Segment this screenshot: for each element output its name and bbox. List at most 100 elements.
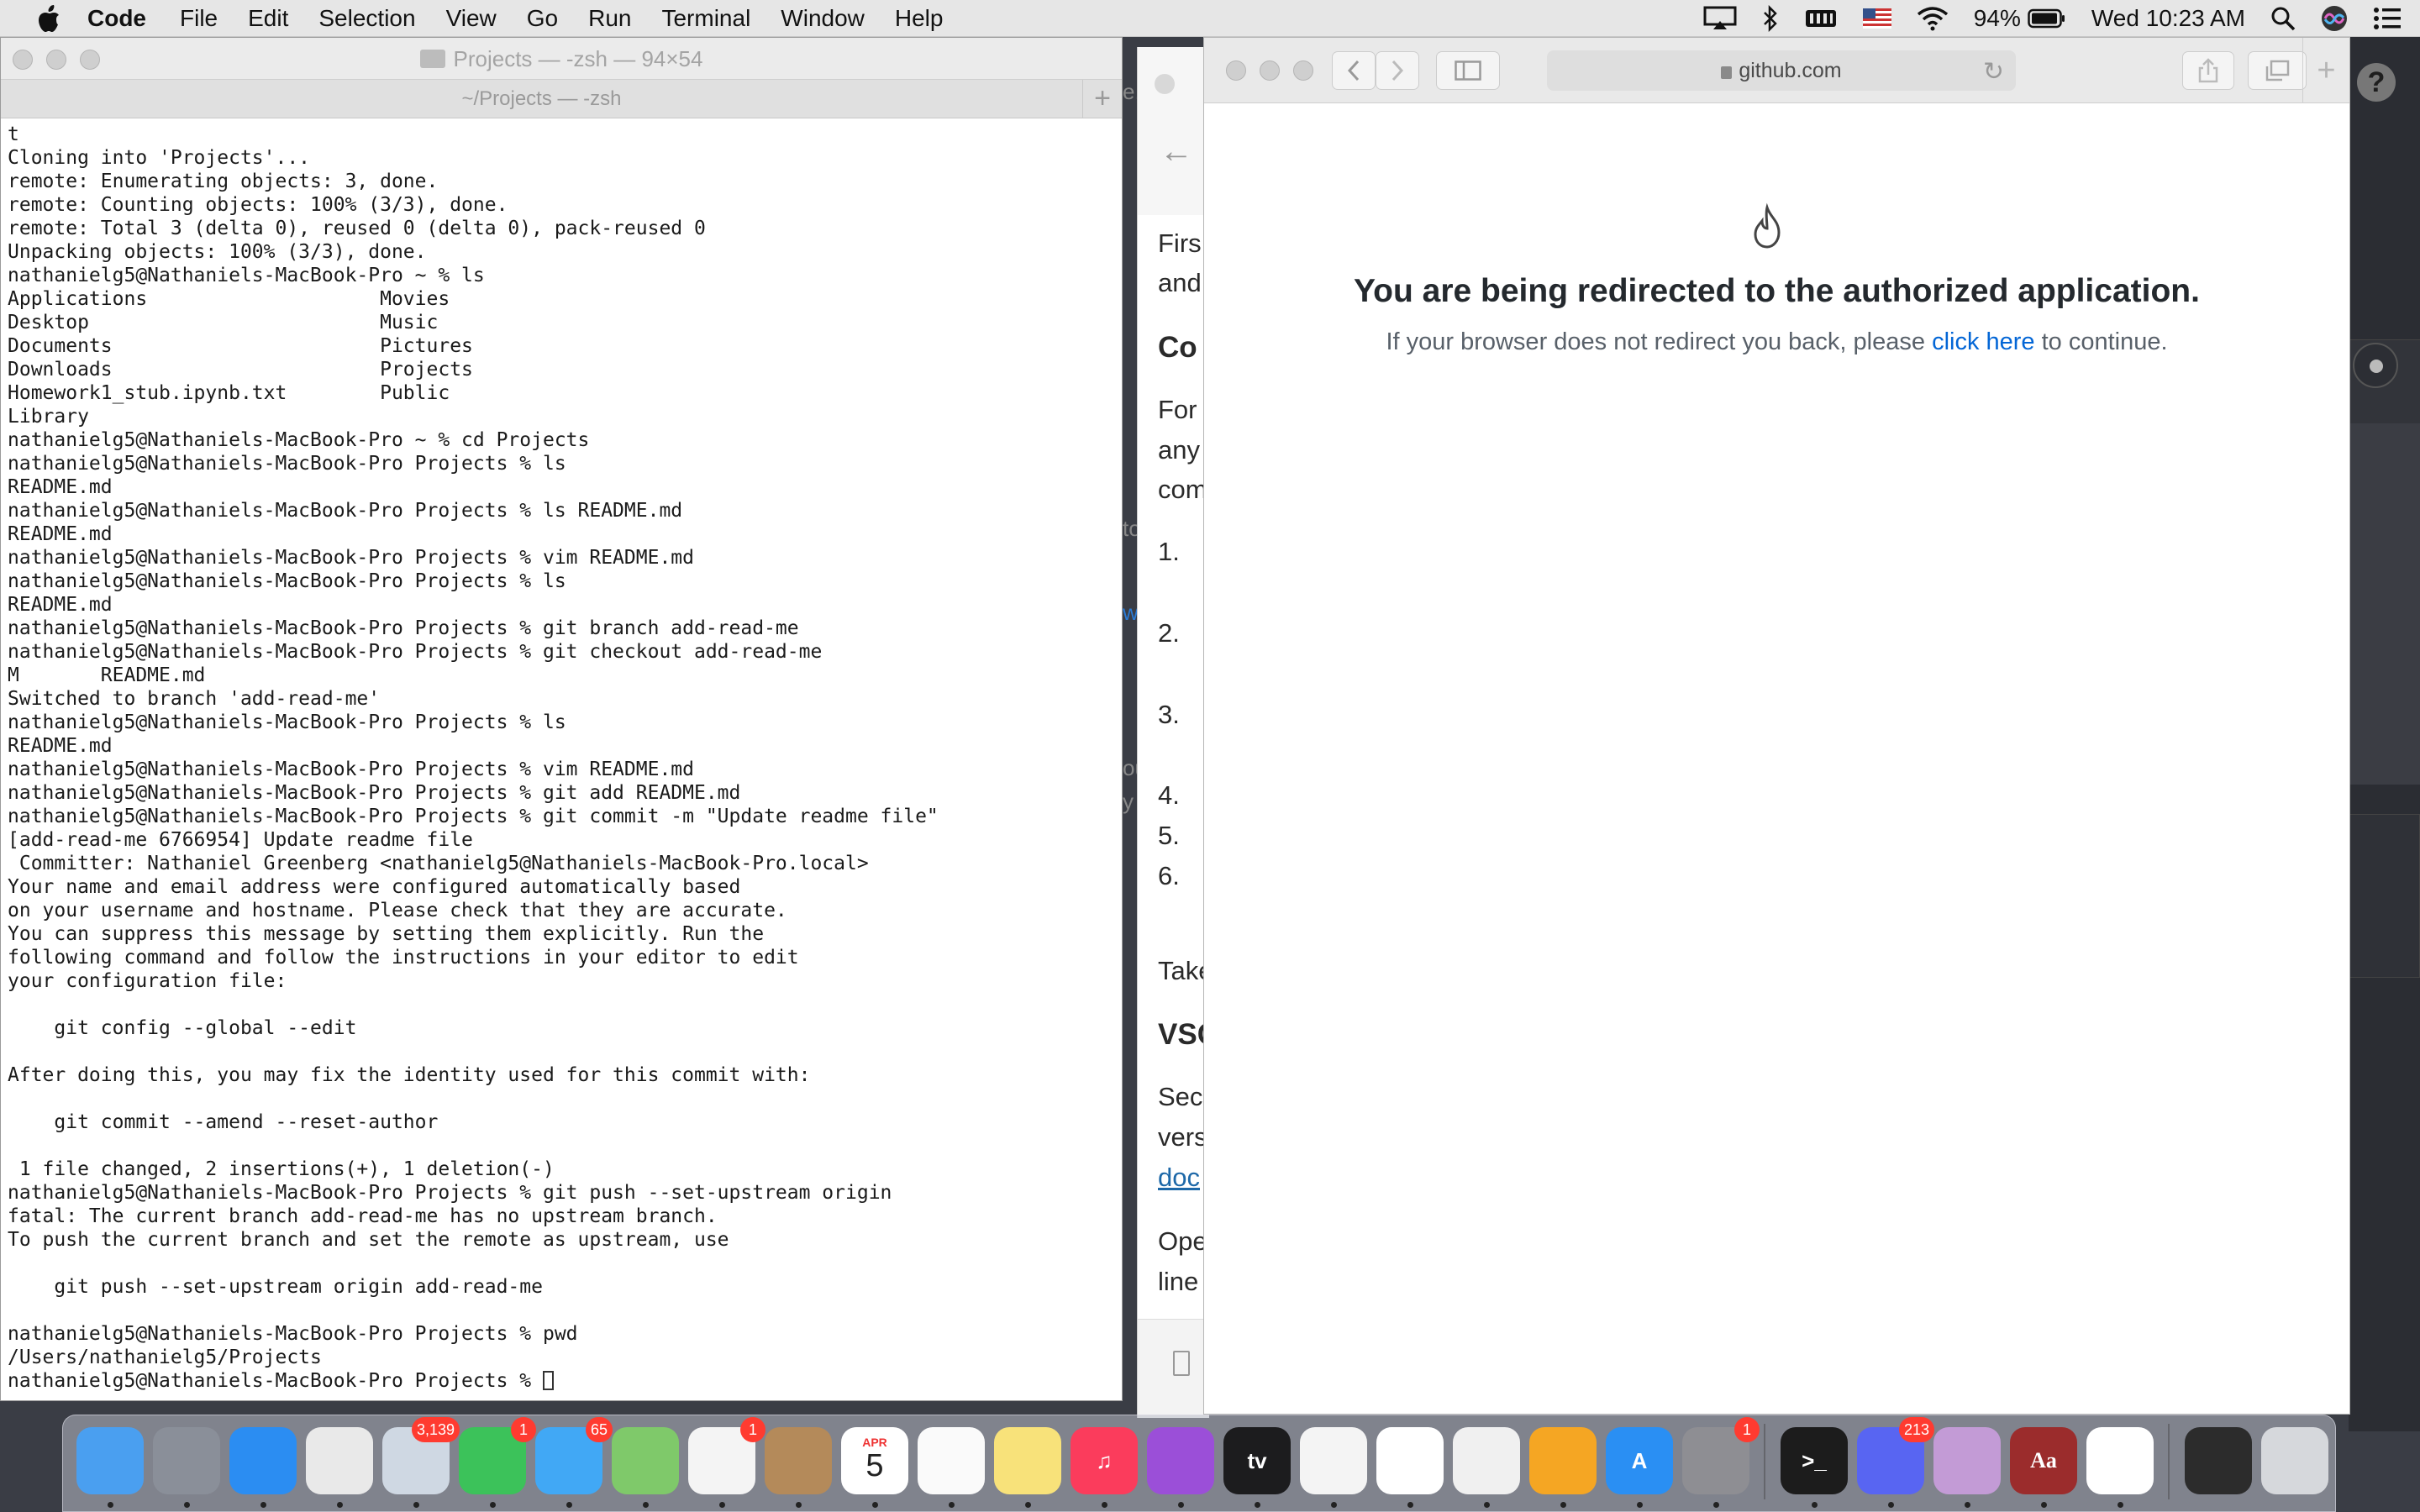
airplay-icon[interactable] [1703, 6, 1737, 31]
help-button[interactable]: ? [2357, 63, 2396, 102]
dock-system-preferences-icon[interactable]: 1 [1682, 1417, 1760, 1508]
terminal-line: Desktop Music [8, 312, 439, 333]
dock-dictionary-icon[interactable]: Aa [2010, 1427, 2077, 1508]
running-indicator [108, 1502, 113, 1508]
menu-run[interactable]: Run [588, 5, 631, 32]
us-flag-icon[interactable] [1862, 8, 1891, 29]
doc-list-item: 1. [1158, 537, 1180, 566]
running-indicator [1560, 1502, 1566, 1508]
dock-minimized-terminal-icon[interactable] [2185, 1427, 2252, 1494]
gap-fragment: e, [1123, 79, 1137, 104]
dock-discord-icon[interactable]: 213 [1857, 1417, 1934, 1508]
doc-link[interactable]: doc [1158, 1163, 1200, 1193]
dock-vscode-icon[interactable] [2086, 1427, 2154, 1508]
memory-icon[interactable] [1804, 7, 1838, 30]
dock-messages-icon[interactable]: 65 [535, 1417, 613, 1508]
terminal-line: README.md [8, 523, 113, 545]
terminal-line: You can suppress this message by setting… [8, 923, 765, 945]
doc-heading: Co [1158, 331, 1197, 364]
menu-selection[interactable]: Selection [318, 5, 415, 32]
dock-numbers-icon[interactable] [1376, 1427, 1444, 1508]
clock[interactable]: Wed 10:23 AM [2091, 5, 2245, 32]
background-panel [2349, 814, 2420, 978]
dock-trash-icon[interactable] [2261, 1427, 2328, 1494]
dock-finder-icon[interactable] [76, 1427, 144, 1508]
menu-edit[interactable]: Edit [248, 5, 288, 32]
dock-facetime-icon[interactable]: 1 [459, 1417, 536, 1508]
dock-music-icon[interactable]: ♫ [1071, 1427, 1138, 1508]
close-button[interactable] [1155, 74, 1175, 94]
dock-maps-icon[interactable] [612, 1427, 679, 1508]
menu-help[interactable]: Help [895, 5, 944, 32]
spotlight-search-icon[interactable] [2270, 6, 2296, 31]
new-tab-button[interactable]: + [2302, 38, 2349, 103]
notification-center-icon[interactable] [2373, 7, 2402, 30]
menu-view[interactable]: View [446, 5, 497, 32]
dock-contacts-icon[interactable] [765, 1427, 832, 1508]
dock-news-icon[interactable] [1300, 1427, 1367, 1508]
terminal-line: remote: Enumerating objects: 3, done. [8, 171, 439, 192]
share-button[interactable] [2182, 51, 2234, 90]
folder-icon [419, 50, 445, 68]
minimize-button[interactable] [1260, 60, 1280, 81]
file-icon[interactable] [1173, 1351, 1190, 1376]
siri-icon[interactable] [2321, 5, 2348, 32]
dock: 3,139 1 65 1 APR 5 ♫ tv A 1 >_ 213 Aa [62, 1415, 2336, 1512]
dock-mail-icon[interactable]: 3,139 [382, 1417, 460, 1508]
dock-chrome-icon[interactable] [306, 1427, 373, 1508]
back-button[interactable] [1332, 51, 1376, 90]
forward-button[interactable] [1376, 51, 1419, 90]
dock-pages-icon[interactable] [1529, 1427, 1597, 1508]
dock-app-store-icon[interactable]: A [1606, 1427, 1673, 1508]
dock-keynote-icon[interactable] [1453, 1427, 1520, 1508]
terminal-cursor [542, 1371, 554, 1390]
running-indicator [1255, 1502, 1260, 1508]
dock-safari-icon[interactable] [229, 1427, 297, 1508]
bluetooth-icon[interactable] [1762, 5, 1779, 32]
dock-tv-icon[interactable]: tv [1223, 1427, 1291, 1508]
battery-icon[interactable] [2028, 8, 2066, 29]
menu-window[interactable]: Window [781, 5, 865, 32]
menu-terminal[interactable]: Terminal [661, 5, 750, 32]
notification-badge: 1 [511, 1417, 536, 1442]
terminal-line: Documents Pictures [8, 335, 473, 357]
radio-toggle[interactable] [2353, 343, 2398, 388]
reload-icon[interactable]: ↻ [1983, 57, 2004, 87]
apple-menu-icon[interactable] [32, 2, 66, 35]
dock-calendar-icon[interactable]: APR 5 [841, 1427, 908, 1508]
address-bar[interactable]: github.com ↻ [1547, 50, 2016, 91]
sidebar-toggle-button[interactable] [1436, 51, 1500, 90]
dock-terminal-icon[interactable]: >_ [1781, 1427, 1848, 1508]
back-arrow-icon[interactable]: ← [1160, 133, 1193, 171]
terminal-line: remote: Counting objects: 100% (3/3), do… [8, 194, 508, 216]
terminal-line: nathanielg5@Nathaniels-MacBook-Pro Proje… [8, 782, 741, 804]
doc-heading: VSC [1158, 1018, 1209, 1051]
terminal-line: nathanielg5@Nathaniels-MacBook-Pro ~ % l… [8, 265, 485, 286]
running-indicator [872, 1502, 878, 1508]
click-here-link[interactable]: click here [1932, 328, 2035, 355]
zoom-button[interactable] [1293, 60, 1313, 81]
battery-percent[interactable]: 94% [1974, 5, 2021, 32]
dock-potion-icon[interactable] [1933, 1427, 2001, 1508]
dock-notes-icon[interactable] [994, 1427, 1061, 1508]
terminal-output[interactable]: t Cloning into 'Projects'... remote: Enume… [8, 123, 1117, 1395]
doc-list-item: 6. [1158, 861, 1180, 890]
terminal-line: Switched to branch 'add-read-me' [8, 688, 381, 710]
notification-badge: 65 [585, 1417, 613, 1442]
menu-file[interactable]: File [180, 5, 218, 32]
menu-go[interactable]: Go [527, 5, 558, 32]
terminal-line: Downloads Projects [8, 359, 473, 381]
running-indicator [1178, 1502, 1184, 1508]
dock-podcasts-icon[interactable] [1147, 1427, 1214, 1508]
wifi-icon[interactable] [1917, 6, 1949, 31]
menu-app-name[interactable]: Code [87, 5, 146, 32]
tabs-overview-button[interactable] [2248, 51, 2307, 90]
dock-launchpad-icon[interactable] [153, 1427, 220, 1508]
dock-photos-icon[interactable]: 1 [688, 1417, 765, 1508]
terminal-line: on your username and hostname. Please ch… [8, 900, 787, 921]
terminal-tab[interactable]: ~/Projects — -zsh [1, 80, 1083, 118]
dock-reminders-icon[interactable] [918, 1427, 985, 1508]
new-tab-button[interactable]: + [1083, 80, 1122, 118]
background-window [2349, 37, 2420, 1431]
close-button[interactable] [1226, 60, 1246, 81]
